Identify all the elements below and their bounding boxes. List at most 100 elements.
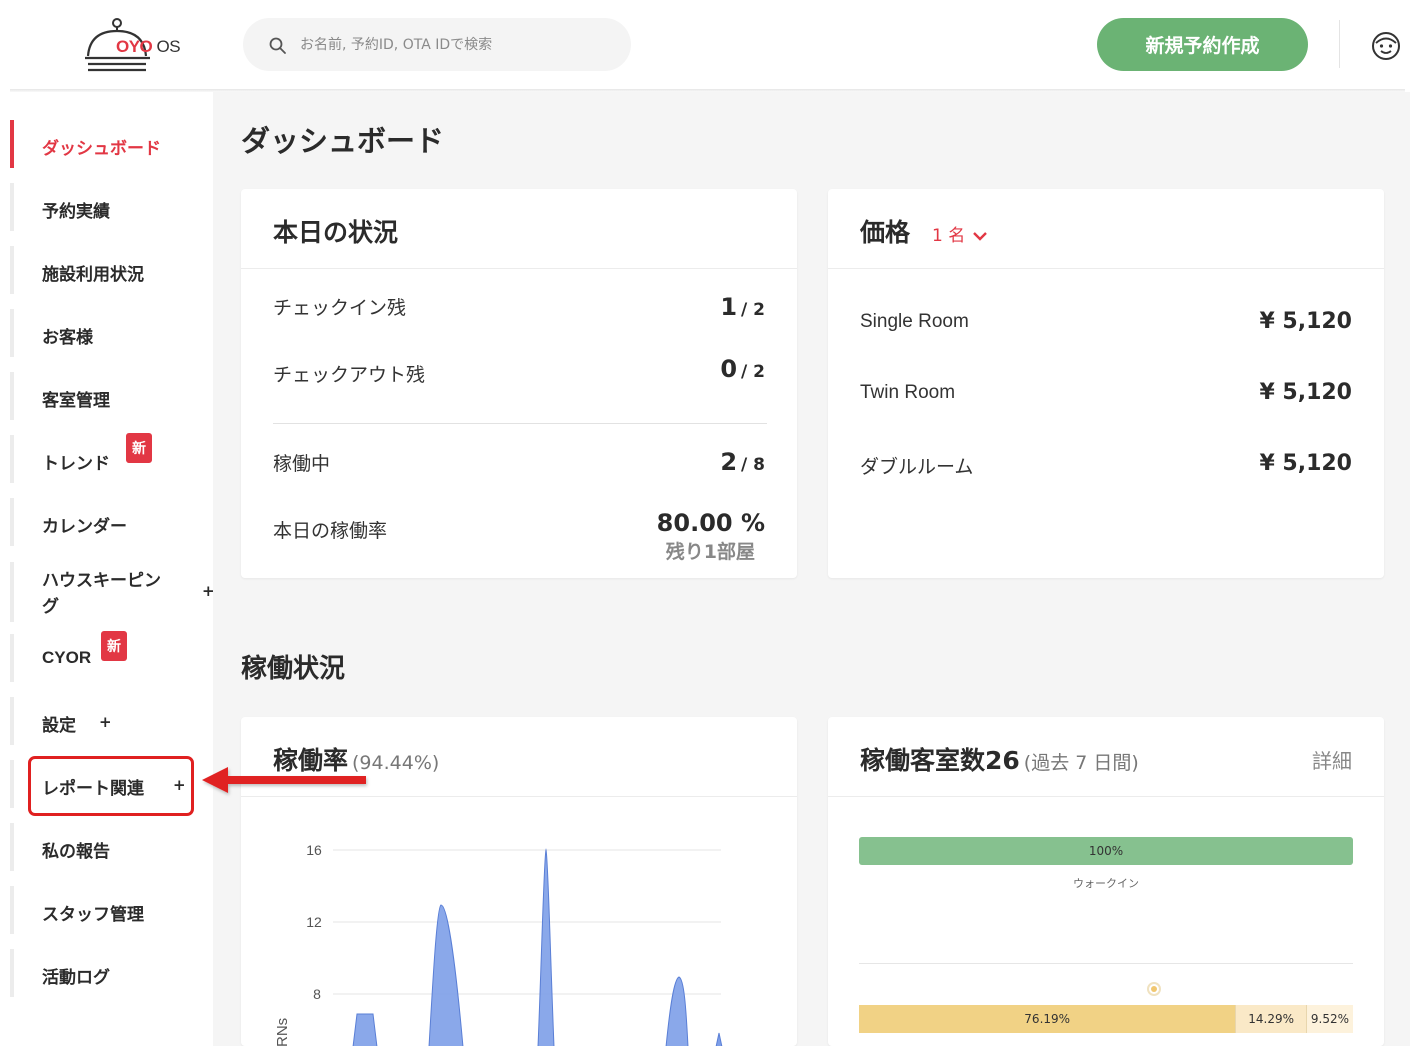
search-icon (269, 37, 286, 54)
new-badge: 新 (126, 433, 152, 463)
marker-dot-icon (1147, 982, 1161, 996)
expand-plus-icon[interactable]: + (99, 713, 112, 731)
y-tick-label: 16 (306, 842, 322, 858)
y-tick-label: 12 (306, 914, 322, 930)
card-title: 稼働客室数26 (過去 7 日間) (860, 741, 1139, 777)
oyo-os-logo[interactable]: OYO OS (82, 16, 192, 76)
sidebar-item-label: ハウスキーピン (42, 571, 161, 591)
occupied-rooms-card: 稼働客室数26 (過去 7 日間) 詳細 100% ウォークイン 76.19% 1… (828, 717, 1384, 1046)
sidebar-item-bar (10, 760, 14, 808)
stacked-bar-segment[interactable]: 14.29% (1235, 1005, 1306, 1033)
sidebar-item-label: スタッフ管理 (42, 905, 144, 925)
logo-wordmark: OYO OS (116, 37, 181, 57)
new-booking-button[interactable]: 新規予約作成 (1097, 18, 1308, 71)
occupied-label: 稼働中 (273, 453, 331, 475)
sidebar-item-dashboard[interactable]: ダッシュボード (10, 120, 210, 168)
annotation-arrow-icon (202, 767, 366, 793)
sidebar-item-label: トレンド (42, 454, 110, 474)
card-divider (273, 423, 767, 424)
sidebar-item-activity-log[interactable]: 活動ログ (10, 949, 210, 997)
checkin-count: 1 (720, 293, 738, 321)
price-card: 価格 1 名 Single Room ¥ 5,120 Twin Room ¥ 5… (828, 189, 1384, 578)
sidebar-item-label: 活動ログ (42, 968, 110, 988)
stacked-bar: 76.19% 14.29% 9.52% (859, 1005, 1353, 1033)
today-occupancy-value: 80.00 % (656, 509, 765, 537)
occupied-value: 2/ 8 (720, 448, 765, 476)
stacked-bar-segment[interactable]: 9.52% (1305, 1005, 1353, 1033)
chart-divider (859, 963, 1353, 964)
checkout-total: / 2 (741, 362, 765, 382)
sidebar-item-bar (10, 562, 14, 622)
sidebar-item-label: ダッシュボード (42, 139, 161, 159)
sidebar-item-room-management[interactable]: 客室管理 (10, 372, 210, 420)
chart-area-peak (352, 1013, 378, 1046)
room-type-label: Single Room (860, 311, 969, 332)
occupied-rooms-title: 稼働客室数26 (860, 746, 1020, 775)
sidebar-item-label: カレンダー (42, 517, 127, 537)
section-title: 稼働状況 (241, 654, 346, 684)
sidebar-item-label: お客様 (42, 328, 93, 348)
sidebar-item-bar (10, 309, 14, 357)
page-title: ダッシュボード (241, 124, 445, 158)
booking-source-bar[interactable]: 100% (859, 837, 1353, 865)
today-occupancy-label: 本日の稼働率 (273, 520, 388, 542)
sidebar-item-cyor[interactable]: CYOR 新 (10, 631, 210, 682)
segment-percent-label: 14.29% (1248, 1012, 1295, 1026)
user-avatar-icon[interactable] (1370, 30, 1402, 62)
chart-area-peak (537, 848, 555, 1046)
checkout-remaining-value: 0/ 2 (720, 355, 765, 383)
chart-area-peak (715, 1032, 723, 1046)
sidebar-item-label: 私の報告 (42, 842, 110, 862)
card-header: 本日の状況 (241, 189, 797, 269)
sidebar-item-my-reports[interactable]: 私の報告 (10, 823, 210, 871)
card-title: 本日の状況 (273, 218, 399, 247)
stacked-bar-segment[interactable]: 76.19% (859, 1005, 1236, 1033)
checkin-total: / 2 (741, 300, 765, 320)
checkin-remaining-value: 1/ 2 (720, 293, 765, 321)
rooms-remaining-text: 残り1部屋 (665, 541, 755, 563)
occupied-count: 2 (720, 448, 738, 476)
sidebar-item-housekeeping[interactable]: ハウスキーピン グ + (10, 562, 215, 622)
sidebar-item-bar (10, 183, 14, 231)
new-badge: 新 (101, 631, 127, 661)
sidebar-item-label-continued: グ (42, 597, 59, 617)
sidebar-item-bar (10, 823, 14, 871)
chart-area-peak (665, 976, 689, 1046)
sidebar-item-bar (10, 697, 14, 745)
sidebar-item-facility-usage[interactable]: 施設利用状況 (10, 246, 210, 294)
bar-caption-label: ウォークイン (1073, 877, 1139, 890)
logo-suffix-text: OS (156, 37, 181, 56)
bar-percent-label: 100% (1088, 844, 1124, 858)
sidebar-item-staff-management[interactable]: スタッフ管理 (10, 886, 210, 934)
header-divider (1339, 20, 1340, 68)
period-subtitle: (過去 7 日間) (1023, 752, 1139, 774)
sidebar-item-bar (10, 246, 14, 294)
search-bar[interactable] (243, 18, 631, 71)
sidebar-item-bar (10, 435, 14, 483)
room-price-value: ¥ 5,120 (1259, 309, 1352, 334)
card-header: 稼働客室数26 (過去 7 日間) 詳細 (828, 717, 1384, 797)
sidebar-item-calendar[interactable]: カレンダー (10, 498, 210, 546)
sidebar-item-settings[interactable]: 設定 + (10, 697, 210, 745)
sidebar-item-guests[interactable]: お客様 (10, 309, 210, 357)
sidebar-item-booking-results[interactable]: 予約実績 (10, 183, 210, 231)
search-input[interactable] (300, 32, 610, 58)
sidebar-item-bar (10, 372, 14, 420)
card-header: 価格 1 名 (828, 189, 1384, 269)
segment-percent-label: 76.19% (1024, 1012, 1071, 1026)
sidebar-item-label: 予約実績 (42, 202, 110, 222)
details-link[interactable]: 詳細 (1312, 745, 1352, 774)
chevron-down-icon (972, 232, 987, 241)
chart-area-peak (428, 904, 464, 1046)
sidebar-item-bar (10, 886, 14, 934)
room-type-label: ダブルルーム (860, 456, 974, 478)
sidebar-item-label: 施設利用状況 (42, 265, 144, 285)
sidebar-item-trend[interactable]: トレンド 新 (10, 433, 210, 483)
sidebar-item-bar (10, 949, 14, 997)
checkin-remaining-label: チェックイン残 (273, 297, 407, 319)
checkout-remaining-label: チェックアウト残 (273, 364, 426, 386)
today-status-card: 本日の状況 チェックイン残 1/ 2 チェックアウト残 0/ 2 稼働中 2/ … (241, 189, 797, 578)
sidebar-item-bar (10, 634, 14, 682)
guest-count-dropdown[interactable]: 1 名 (932, 221, 988, 246)
room-price-value: ¥ 5,120 (1259, 451, 1352, 476)
